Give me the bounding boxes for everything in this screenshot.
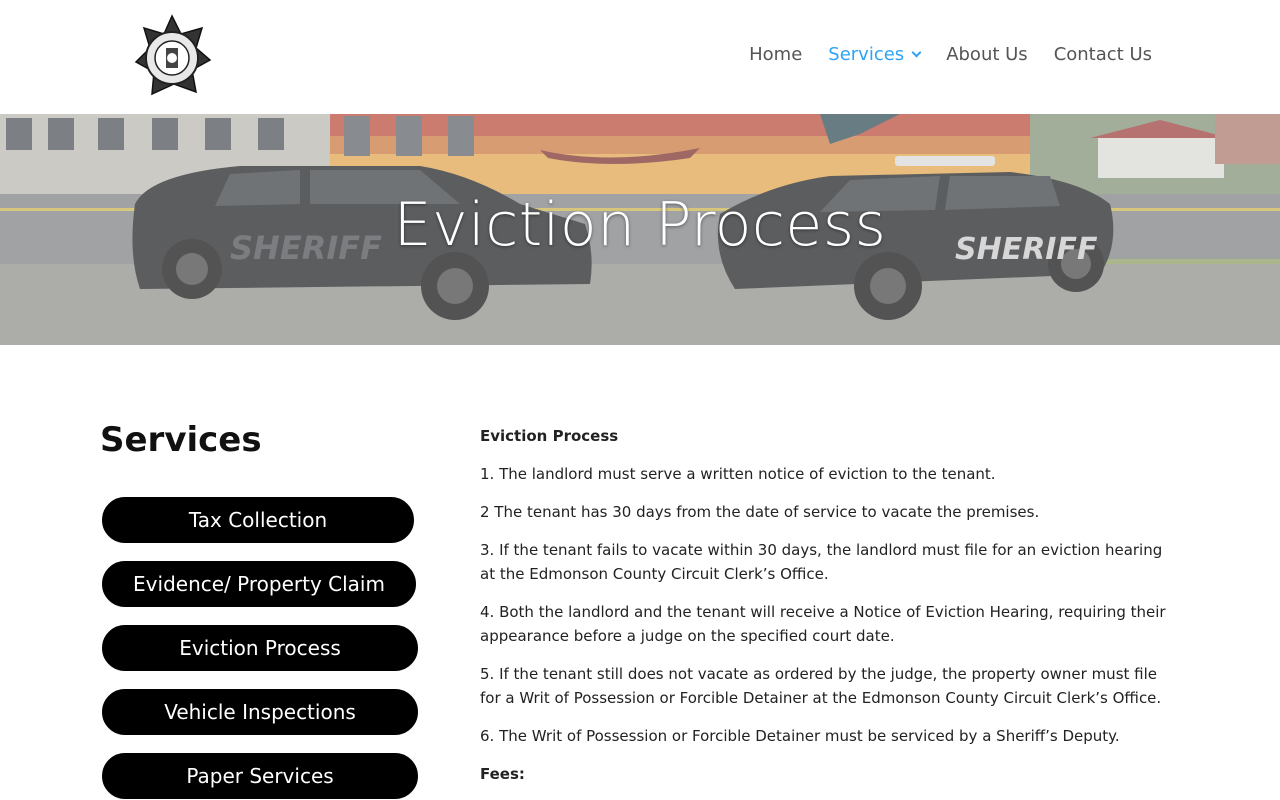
chevron-down-icon — [911, 47, 922, 58]
site-header: Home Services About Us Contact Us — [0, 0, 1280, 114]
step-2: 2 The tenant has 30 days from the date o… — [480, 503, 1040, 521]
paper-services-button[interactable]: Paper Services — [102, 753, 418, 799]
sheriff-badge-logo[interactable] — [132, 14, 212, 100]
nav-home[interactable]: Home — [749, 44, 802, 65]
nav-contact-label: Contact Us — [1053, 44, 1152, 65]
star-badge-icon — [134, 14, 212, 96]
tax-collection-label: Tax Collection — [188, 508, 328, 532]
evidence-property-claim-button[interactable]: Evidence/ Property Claim — [102, 561, 416, 607]
page-title: Eviction Process — [393, 190, 887, 260]
main-nav: Home Services About Us Contact Us — [723, 44, 1152, 65]
step-1: 1. The landlord must serve a written not… — [480, 465, 996, 483]
fees-label: Fees: — [480, 765, 525, 783]
sidebar-title: Services — [100, 420, 262, 460]
step-3: 3. If the tenant fails to vacate within … — [480, 541, 1163, 583]
step-5: 5. If the tenant still does not vacate a… — [480, 665, 1162, 707]
nav-about-us[interactable]: About Us — [946, 44, 1028, 65]
main-content: Eviction Process 1. The landlord must se… — [480, 424, 1180, 800]
vehicle-inspections-label: Vehicle Inspections — [164, 700, 356, 724]
eviction-process-button[interactable]: Eviction Process — [102, 625, 418, 671]
content-heading: Eviction Process — [480, 427, 619, 445]
evidence-property-claim-label: Evidence/ Property Claim — [133, 572, 385, 596]
nav-services-label: Services — [828, 44, 905, 65]
hero-banner: SHERIFF SHERIFF Eviction Process — [0, 114, 1280, 345]
tax-collection-button[interactable]: Tax Collection — [102, 497, 414, 543]
step-6: 6. The Writ of Possession or Forcible De… — [480, 727, 1120, 745]
nav-about-label: About Us — [946, 44, 1028, 65]
nav-home-label: Home — [749, 44, 803, 65]
step-4: 4. Both the landlord and the tenant will… — [480, 603, 1166, 645]
paper-services-label: Paper Services — [186, 764, 334, 788]
nav-contact-us[interactable]: Contact Us — [1054, 44, 1152, 65]
eviction-process-label: Eviction Process — [179, 636, 341, 660]
nav-services[interactable]: Services — [828, 44, 922, 65]
vehicle-inspections-button[interactable]: Vehicle Inspections — [102, 689, 418, 735]
